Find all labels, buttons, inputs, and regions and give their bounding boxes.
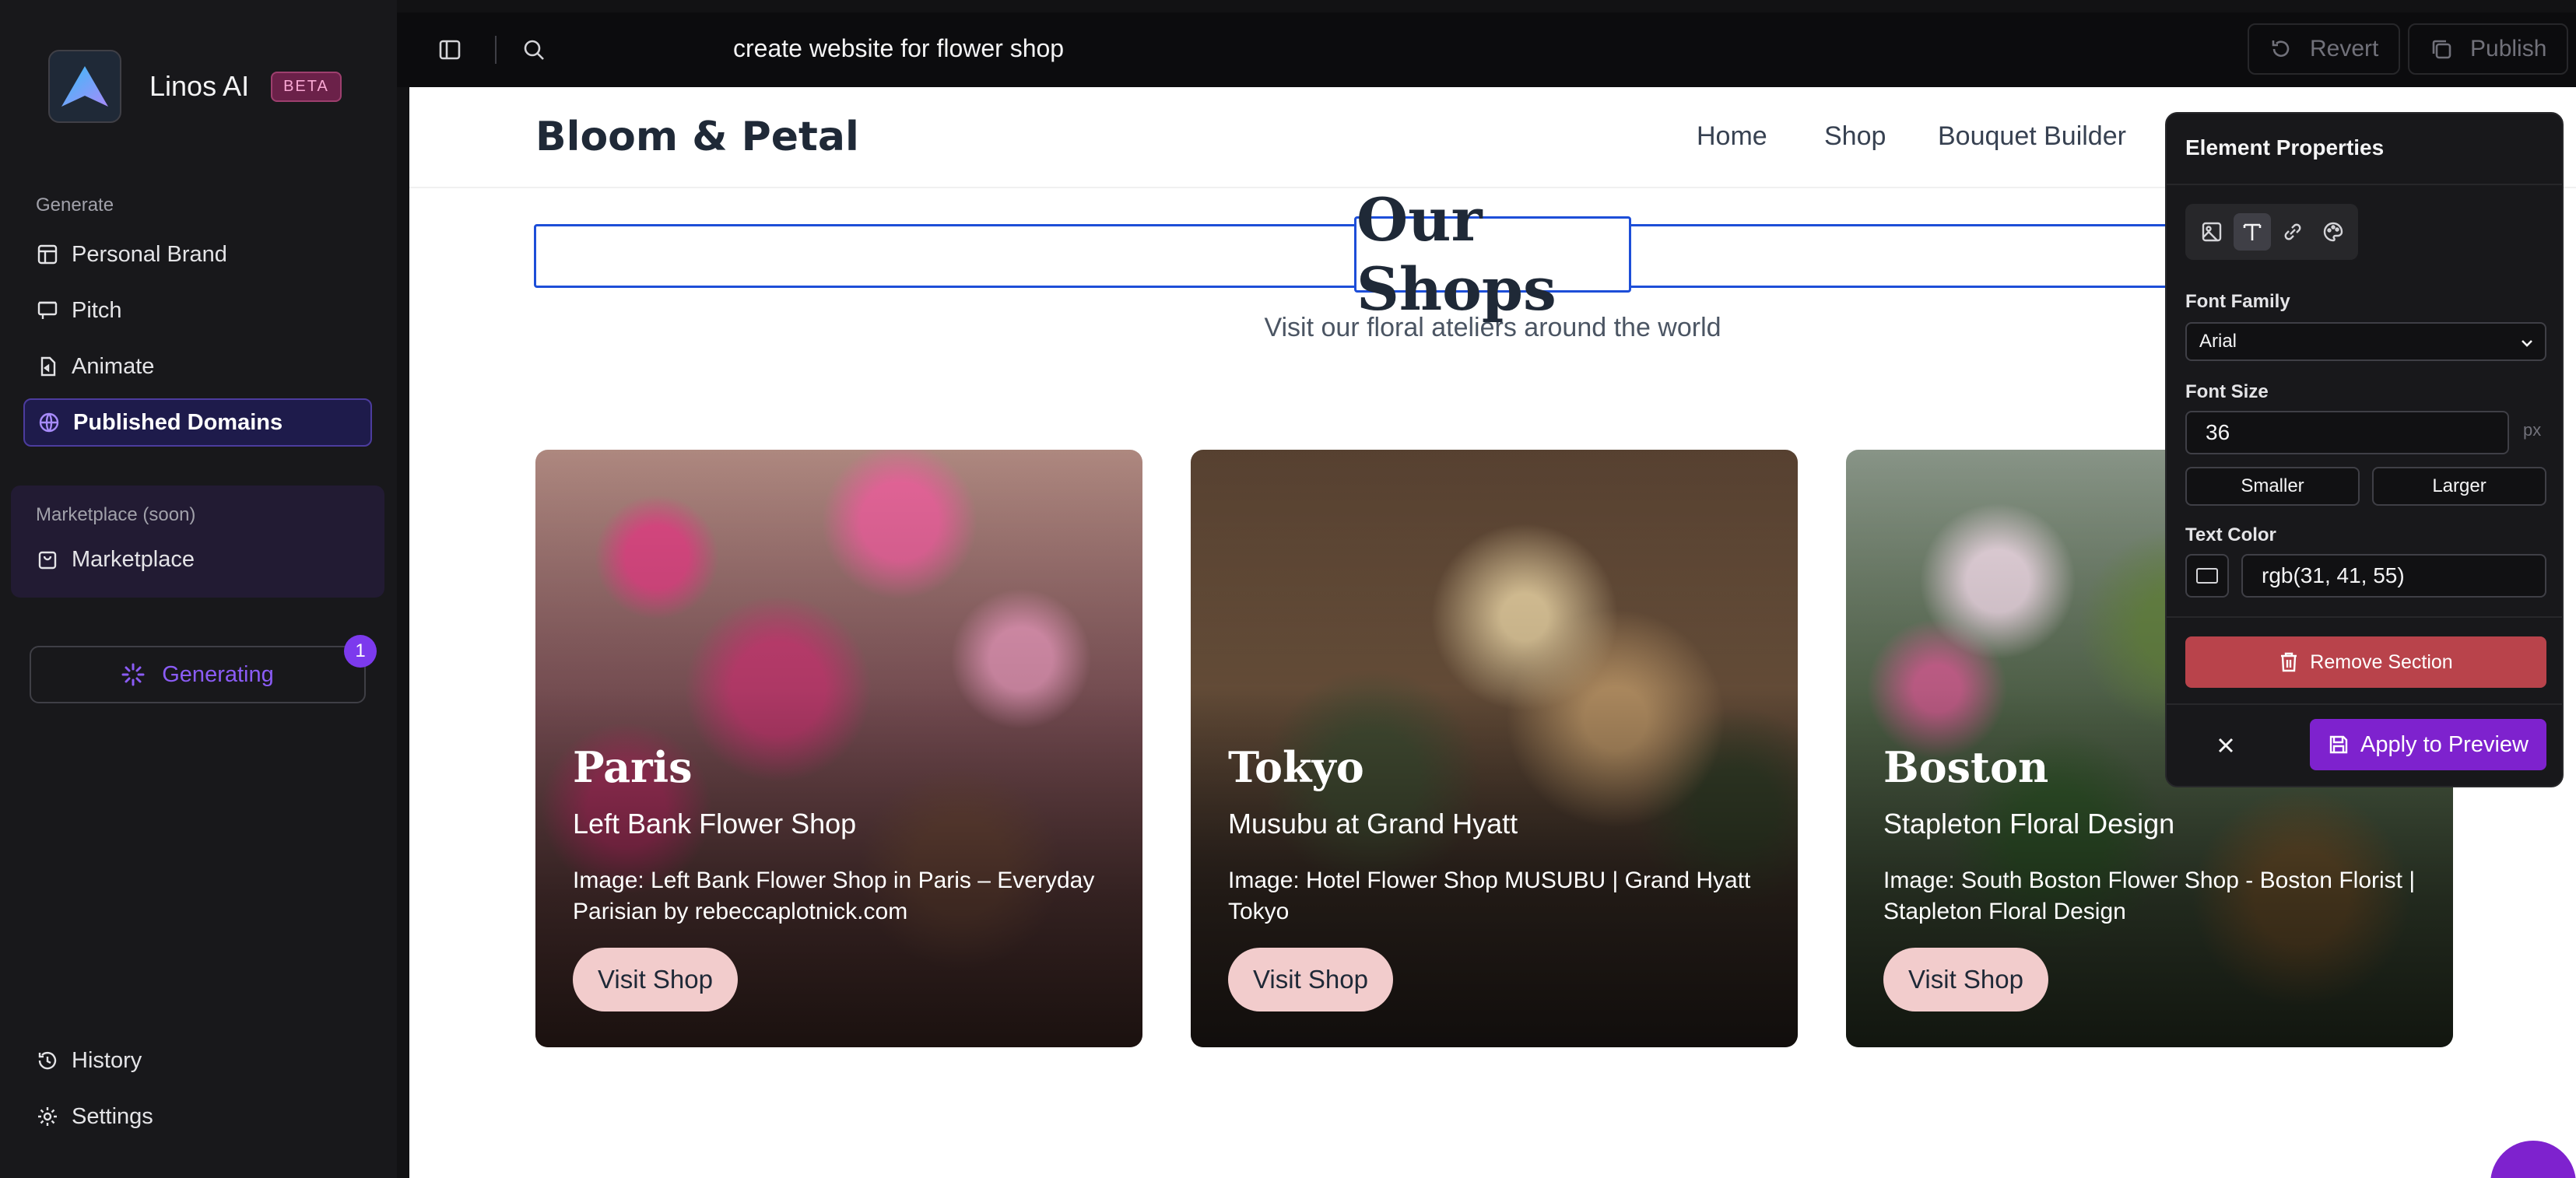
chevron-down-icon <box>2522 340 2532 347</box>
property-tabs <box>2185 204 2358 260</box>
generating-label: Generating <box>162 661 274 687</box>
linos-logo-icon <box>48 50 121 123</box>
site-nav-shop[interactable]: Shop <box>1824 121 1886 152</box>
font-size-unit: px <box>2523 420 2542 440</box>
top-bar: create website for flower shop Revert Pu… <box>397 12 2576 87</box>
element-properties-panel: Element Properties Font Family Arial Fon… <box>2165 112 2564 787</box>
section-title[interactable]: Our Shops <box>1356 185 1629 324</box>
sidebar-item-animate[interactable]: Animate <box>23 342 372 391</box>
shop-card-paris[interactable]: Paris Left Bank Flower Shop Image: Left … <box>535 450 1142 1047</box>
card-caption: Image: Hotel Flower Shop MUSUBU | Grand … <box>1228 868 1751 924</box>
shopping-bag-icon <box>36 548 59 571</box>
marketplace-section-label: Marketplace (soon) <box>36 504 196 525</box>
sidebar-item-label: Marketplace <box>72 546 195 572</box>
file-icon <box>36 355 59 378</box>
visit-shop-button[interactable]: Visit Shop <box>573 948 738 1011</box>
text-color-value: rgb(31, 41, 55) <box>2262 563 2405 587</box>
sidebar-item-label: Personal Brand <box>72 241 227 267</box>
undo-icon <box>2272 40 2290 57</box>
link-icon[interactable] <box>2274 213 2311 251</box>
card-city: Paris <box>573 742 693 792</box>
visit-shop-button[interactable]: Visit Shop <box>1883 948 2048 1011</box>
font-family-label: Font Family <box>2185 291 2290 312</box>
image-icon[interactable] <box>2193 213 2230 251</box>
history-icon <box>36 1049 59 1072</box>
publish-label: Publish <box>2470 36 2547 61</box>
layout-icon <box>36 243 59 266</box>
sidebar-toggle-icon[interactable] <box>434 34 465 65</box>
revert-label: Revert <box>2310 36 2379 61</box>
copy-icon <box>2432 40 2451 59</box>
site-logo[interactable]: Bloom & Petal <box>535 114 859 160</box>
font-size-label: Font Size <box>2185 381 2269 402</box>
sidebar-item-history[interactable]: History <box>23 1036 372 1085</box>
search-icon[interactable] <box>518 34 549 65</box>
larger-button[interactable]: Larger <box>2372 467 2546 506</box>
color-swatch[interactable] <box>2185 554 2229 598</box>
site-nav-bouquet-builder[interactable]: Bouquet Builder <box>1938 121 2126 152</box>
text-color-input[interactable]: rgb(31, 41, 55) <box>2241 554 2546 598</box>
site-nav-home[interactable]: Home <box>1697 121 1767 152</box>
spinner-icon <box>121 663 145 686</box>
app-name: Linos AI <box>149 70 250 102</box>
sidebar-item-label: Published Domains <box>73 409 283 435</box>
sidebar-item-personal-brand[interactable]: Personal Brand <box>23 230 372 279</box>
text-icon[interactable] <box>2234 213 2271 251</box>
sidebar-item-published-domains[interactable]: Published Domains <box>23 398 372 447</box>
card-shop-name: Stapleton Floral Design <box>1883 808 2175 840</box>
marketplace-section: Marketplace (soon) Marketplace <box>11 486 384 598</box>
card-shop-name: Musubu at Grand Hyatt <box>1228 808 1518 840</box>
font-family-select[interactable]: Arial <box>2185 322 2546 361</box>
card-caption: Image: Left Bank Flower Shop in Paris – … <box>573 868 1095 924</box>
smaller-button[interactable]: Smaller <box>2185 467 2360 506</box>
visit-shop-button[interactable]: Visit Shop <box>1228 948 1393 1011</box>
shop-card-tokyo[interactable]: Tokyo Musubu at Grand Hyatt Image: Hotel… <box>1191 450 1798 1047</box>
font-family-value: Arial <box>2199 331 2237 352</box>
card-caption: Image: South Boston Flower Shop - Boston… <box>1883 868 2416 924</box>
toolbar-divider <box>495 36 497 64</box>
publish-button[interactable]: Publish <box>2408 23 2569 75</box>
close-icon[interactable] <box>2210 730 2241 761</box>
sidebar-item-marketplace[interactable]: Marketplace <box>23 535 374 584</box>
card-city: Tokyo <box>1228 742 1364 792</box>
presentation-icon <box>36 299 59 322</box>
card-city: Boston <box>1883 742 2049 792</box>
prompt-text[interactable]: create website for flower shop <box>733 34 1064 63</box>
save-icon <box>2329 735 2348 754</box>
remove-section-label: Remove Section <box>2310 650 2453 673</box>
generating-count-badge: 1 <box>344 635 377 668</box>
sidebar-item-label: Animate <box>72 353 155 379</box>
apply-to-preview-button[interactable]: Apply to Preview <box>2310 719 2546 770</box>
generating-button[interactable]: Generating <box>30 646 366 703</box>
panel-divider <box>2167 184 2562 185</box>
card-shop-name: Left Bank Flower Shop <box>573 808 857 840</box>
text-color-label: Text Color <box>2185 524 2276 545</box>
gear-icon <box>36 1105 59 1128</box>
sidebar-item-label: Settings <box>72 1103 153 1129</box>
palette-icon[interactable] <box>2315 213 2352 251</box>
trash-icon <box>2281 652 2297 672</box>
apply-label: Apply to Preview <box>2360 731 2529 757</box>
sidebar: Linos AI BETA Generate Personal Brand Pi… <box>0 0 397 1178</box>
font-size-input[interactable]: 36 <box>2185 411 2509 454</box>
sidebar-item-pitch[interactable]: Pitch <box>23 286 372 335</box>
globe-icon <box>37 411 61 434</box>
panel-divider <box>2167 703 2562 705</box>
sidebar-item-label: History <box>72 1047 142 1073</box>
sidebar-item-settings[interactable]: Settings <box>23 1092 372 1141</box>
beta-badge: BETA <box>271 71 342 102</box>
font-size-value: 36 <box>2206 420 2230 444</box>
sidebar-item-label: Pitch <box>72 297 122 323</box>
generate-section-label: Generate <box>36 195 114 216</box>
selected-title-outline[interactable]: Our Shops <box>1354 185 1631 324</box>
panel-title: Element Properties <box>2185 135 2385 160</box>
brand[interactable]: Linos AI BETA <box>48 50 342 123</box>
remove-section-button[interactable]: Remove Section <box>2185 636 2546 688</box>
panel-divider <box>2167 616 2562 618</box>
revert-button[interactable]: Revert <box>2248 23 2401 75</box>
